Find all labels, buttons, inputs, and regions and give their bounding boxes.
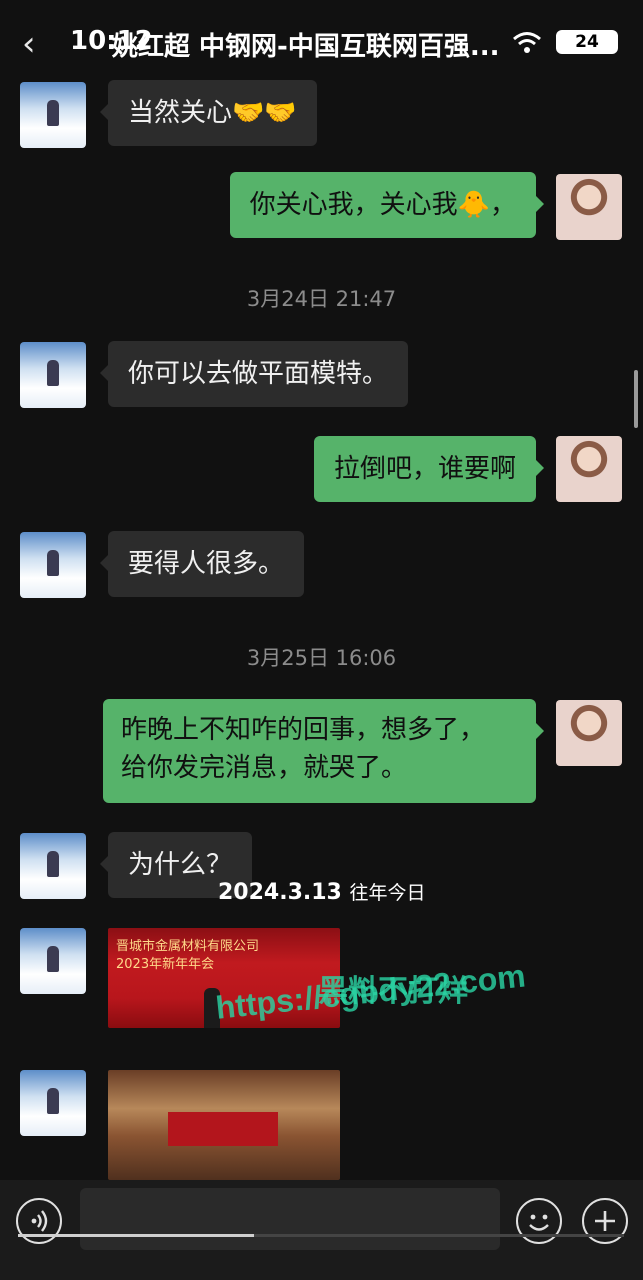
top-bar: ‹ 姚红超 中钢网-中国互联网百强... 10:12 24 [0, 0, 643, 80]
back-icon[interactable]: ‹ [22, 26, 44, 66]
voice-icon[interactable] [16, 1198, 62, 1244]
message-text: 你可以去做平面模特。 [128, 359, 389, 389]
message-bubble-outgoing[interactable]: 你关心我，关心我🐥， [229, 172, 545, 238]
message-text: 为什么？ [128, 850, 233, 880]
scrollbar[interactable] [634, 370, 638, 428]
message-bubble-outgoing[interactable]: 昨晚上不知咋的回事，想多了， 给你发完消息，就哭了。 [103, 699, 544, 803]
handshake-emoji: 🤝🤝 [232, 98, 297, 128]
message-bubble-incoming[interactable]: 当然关心🤝🤝 [100, 80, 317, 146]
message-text-line2: 给你发完消息，就哭了。 [121, 753, 408, 783]
message-input[interactable] [80, 1188, 500, 1250]
emoji-icon[interactable] [516, 1198, 562, 1244]
message-text: 你关心我，关心我 [249, 190, 458, 220]
input-bar [0, 1180, 643, 1280]
message-text-tail: ， [489, 190, 516, 220]
contact-avatar[interactable] [20, 82, 86, 148]
message-bubble-outgoing[interactable]: 拉倒吧，谁要啊 [313, 436, 545, 502]
contact-avatar[interactable] [20, 342, 86, 408]
chat-title: 姚红超 中钢网-中国互联网百强... [112, 32, 500, 62]
message-bubble-incoming[interactable]: 你可以去做平面模特。 [99, 341, 409, 407]
image-message[interactable] [108, 1070, 340, 1180]
chick-emoji: 🐥 [457, 190, 490, 220]
my-avatar[interactable] [556, 700, 622, 766]
message-bubble-incoming[interactable]: 要得人很多。 [99, 531, 305, 597]
message-text-line1: 昨晚上不知咋的回事，想多了， [121, 715, 486, 745]
plus-icon[interactable] [582, 1198, 628, 1244]
timestamp: 3月24日 21:47 [246, 287, 397, 311]
photo-banner-text: 晋城市金属材料有限公司 2023年新年年会 [116, 939, 260, 972]
message-text: 拉倒吧，谁要啊 [333, 454, 516, 484]
my-avatar[interactable] [556, 436, 622, 502]
photo-banner [168, 1112, 278, 1146]
status-time: 10:12 [70, 26, 153, 56]
battery-icon: 24 [556, 30, 618, 54]
timestamp: 3月25日 16:06 [246, 646, 397, 670]
contact-avatar[interactable] [20, 833, 86, 899]
message-text: 当然关心 [128, 98, 233, 128]
contact-avatar[interactable] [20, 1070, 86, 1136]
video-progress-fill [18, 1234, 255, 1237]
contact-avatar[interactable] [20, 928, 86, 994]
contact-avatar[interactable] [20, 532, 86, 598]
message-text: 要得人很多。 [128, 549, 285, 579]
my-avatar[interactable] [556, 174, 622, 240]
video-progress-bar[interactable] [18, 1234, 624, 1237]
memory-caption: 2024.3.13 往年今日 [218, 880, 426, 905]
wifi-icon [513, 32, 541, 53]
